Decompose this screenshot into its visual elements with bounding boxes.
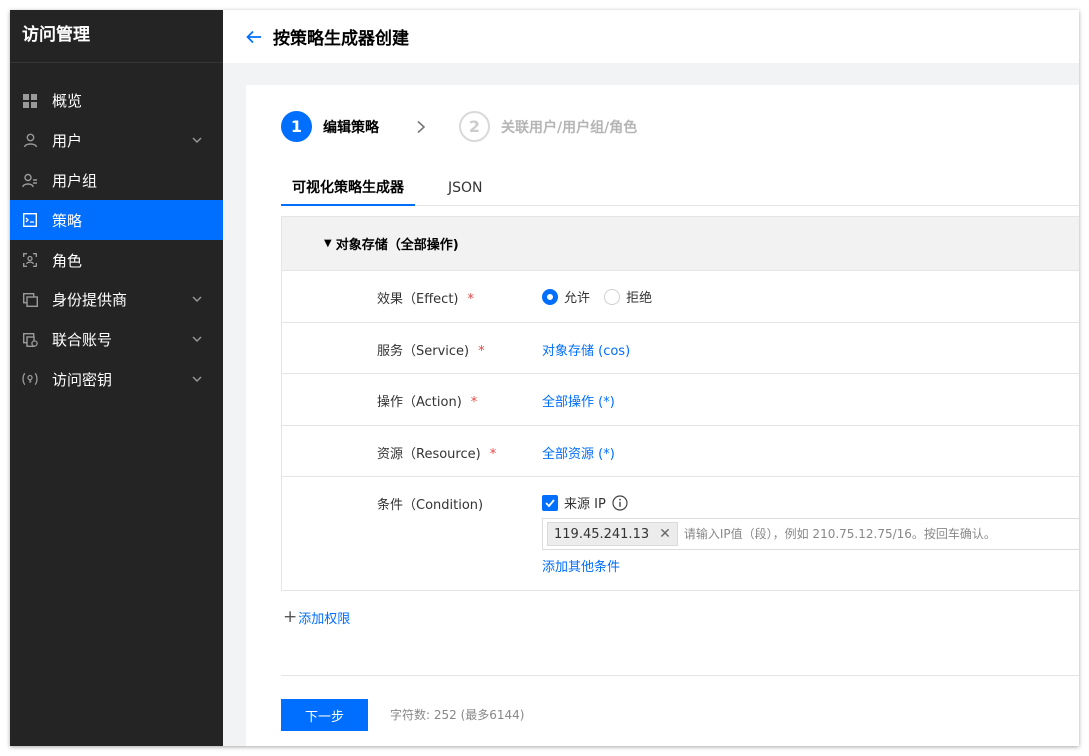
sidebar-item-overview[interactable]: 概览 bbox=[10, 81, 223, 121]
chevron-down-icon bbox=[192, 137, 202, 143]
sidebar-title: 访问管理 bbox=[10, 10, 223, 63]
action-label: 操作（Action) bbox=[377, 395, 462, 411]
sidebar-item-user-groups[interactable]: 用户组 bbox=[10, 161, 223, 201]
grid-icon bbox=[22, 93, 38, 109]
effect-label: 效果（Effect) bbox=[377, 292, 459, 307]
sidebar-item-access-keys[interactable]: 访问密钥 bbox=[10, 360, 223, 400]
chevron-down-icon bbox=[192, 296, 202, 302]
ip-tag-value: 119.45.241.13 bbox=[554, 526, 650, 542]
required-mark: * bbox=[470, 395, 478, 411]
step-2-label: 关联用户/用户组/角色 bbox=[501, 119, 638, 136]
resource-label: 资源（Resource) bbox=[377, 446, 481, 462]
add-condition-link[interactable]: 添加其他条件 bbox=[542, 556, 620, 575]
action-row: 操作（Action) * 全部操作 (*) bbox=[282, 373, 1079, 425]
radio-allow[interactable]: 允许 bbox=[542, 287, 590, 306]
service-link[interactable]: 对象存储 (cos) bbox=[542, 340, 630, 359]
back-arrow-icon[interactable] bbox=[245, 28, 263, 46]
radio-selected-icon bbox=[542, 288, 558, 305]
step-2-number: 2 bbox=[459, 111, 490, 142]
plus-icon: + bbox=[283, 607, 298, 627]
sidebar-item-roles[interactable]: 角色 bbox=[10, 240, 223, 280]
ip-tag: 119.45.241.13 ✕ bbox=[547, 522, 678, 547]
step-1-number: 1 bbox=[281, 111, 312, 142]
sidebar-item-label: 概览 bbox=[52, 92, 83, 111]
page-header: 按策略生成器创建 bbox=[223, 10, 1079, 63]
identity-provider-icon bbox=[22, 292, 38, 308]
footer-divider bbox=[281, 675, 1079, 676]
statement-header[interactable]: ▼ 对象存储（全部操作) bbox=[282, 217, 1079, 270]
federated-account-icon bbox=[22, 332, 38, 348]
required-mark: * bbox=[478, 343, 485, 359]
resource-link[interactable]: 全部资源 (*) bbox=[542, 443, 615, 462]
service-row: 服务（Service) * 对象存储 (cos) bbox=[282, 321, 1079, 374]
info-icon[interactable] bbox=[612, 495, 628, 511]
sidebar: 访问管理 概览 用户 用户组 策略 角色 身份提供商 联合账号 访问密钥 bbox=[10, 10, 223, 746]
chevron-right-icon bbox=[417, 120, 426, 133]
policy-icon bbox=[22, 212, 38, 228]
main-content: 1 编辑策略 2 关联用户/用户组/角色 可视化策略生成器 JSON ▼ 对象存… bbox=[246, 85, 1079, 746]
required-mark: * bbox=[467, 292, 475, 307]
action-link[interactable]: 全部操作 (*) bbox=[542, 391, 615, 410]
add-permission-link[interactable]: + 添加权限 bbox=[283, 607, 350, 627]
sidebar-item-label: 身份提供商 bbox=[52, 291, 128, 310]
ip-tag-input[interactable]: 119.45.241.13 ✕ bbox=[542, 518, 1079, 551]
add-permission-label: 添加权限 bbox=[298, 611, 351, 627]
char-count: 字符数: 252 (最多6144) bbox=[390, 708, 525, 722]
page-title: 按策略生成器创建 bbox=[273, 29, 409, 49]
sidebar-item-label: 用户 bbox=[52, 132, 83, 151]
sidebar-item-identity-providers[interactable]: 身份提供商 bbox=[10, 280, 223, 320]
user-group-icon bbox=[22, 172, 38, 188]
condition-label: 条件（Condition) bbox=[377, 498, 484, 514]
checkmark-icon bbox=[545, 499, 555, 508]
sidebar-item-label: 访问密钥 bbox=[52, 370, 113, 389]
radio-deny[interactable]: 拒绝 bbox=[604, 287, 652, 306]
radio-unselected-icon bbox=[604, 288, 621, 305]
sidebar-item-federated-accounts[interactable]: 联合账号 bbox=[10, 320, 223, 360]
step-indicator: 1 编辑策略 2 关联用户/用户组/角色 bbox=[281, 111, 637, 142]
sidebar-item-label: 联合账号 bbox=[52, 331, 113, 350]
policy-statement-panel: ▼ 对象存储（全部操作) 效果（Effect) * 允许 拒绝 服务（Servi… bbox=[281, 216, 1079, 591]
sidebar-nav: 概览 用户 用户组 策略 角色 身份提供商 联合账号 访问密钥 bbox=[10, 81, 223, 399]
step-1-label: 编辑策略 bbox=[323, 119, 379, 136]
tab-json[interactable]: JSON bbox=[437, 170, 494, 206]
sidebar-item-label: 角色 bbox=[52, 251, 83, 270]
statement-title: 对象存储（全部操作) bbox=[335, 238, 459, 253]
resource-row: 资源（Resource) * 全部资源 (*) bbox=[282, 424, 1079, 477]
sidebar-item-label: 策略 bbox=[52, 211, 83, 230]
effect-row: 效果（Effect) * 允许 拒绝 bbox=[282, 270, 1079, 322]
app-window: 访问管理 概览 用户 用户组 策略 角色 身份提供商 联合账号 访问密钥 按策略… bbox=[10, 10, 1079, 746]
access-key-icon bbox=[22, 371, 38, 387]
collapse-triangle-icon[interactable]: ▼ bbox=[324, 238, 332, 249]
sidebar-item-users[interactable]: 用户 bbox=[10, 121, 223, 161]
source-ip-checkbox[interactable] bbox=[542, 494, 558, 511]
radio-allow-label: 允许 bbox=[564, 291, 591, 306]
service-label: 服务（Service) bbox=[377, 343, 470, 359]
source-ip-label: 来源 IP bbox=[564, 497, 606, 513]
user-icon bbox=[22, 133, 38, 149]
sidebar-item-label: 用户组 bbox=[52, 171, 98, 190]
next-button[interactable]: 下一步 bbox=[281, 699, 368, 731]
role-icon bbox=[22, 252, 38, 268]
required-mark: * bbox=[489, 446, 497, 462]
close-icon[interactable]: ✕ bbox=[659, 526, 671, 542]
tab-visual-editor[interactable]: 可视化策略生成器 bbox=[281, 170, 415, 206]
editor-tabs: 可视化策略生成器 JSON bbox=[281, 170, 1079, 206]
ip-input[interactable] bbox=[683, 527, 1079, 542]
chevron-down-icon bbox=[192, 336, 202, 342]
sidebar-item-policies[interactable]: 策略 bbox=[10, 200, 223, 241]
radio-deny-label: 拒绝 bbox=[626, 291, 653, 306]
condition-row: 条件（Condition) 来源 IP 119.45.241.13 ✕ 添加其他… bbox=[282, 476, 1079, 591]
chevron-down-icon bbox=[192, 376, 202, 382]
